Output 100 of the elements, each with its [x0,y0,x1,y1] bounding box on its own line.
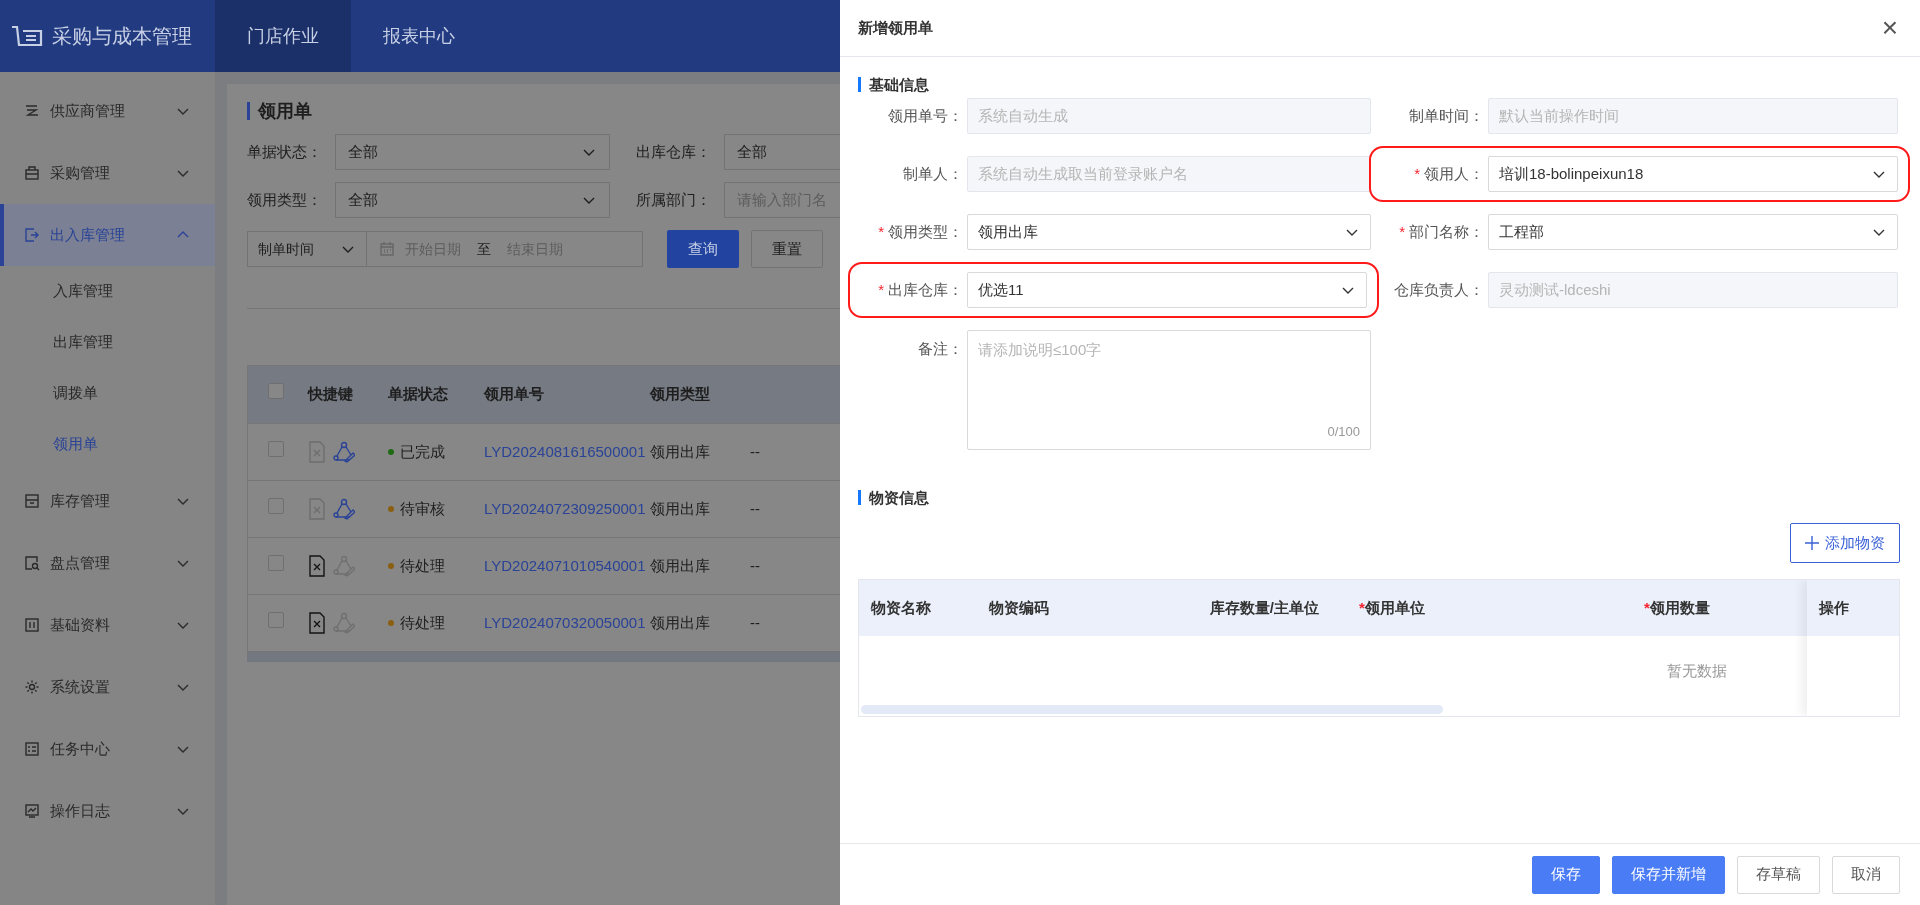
void-document-icon[interactable] [308,612,326,634]
table-cell-text: -- [750,612,761,633]
sidebar-item[interactable]: 系统设置 [0,656,215,718]
order-number-link[interactable]: LYD2024070320050001 [484,613,646,631]
search-document-icon [24,555,40,571]
order-number-link[interactable]: LYD2024071010540001 [484,556,646,574]
column-header: 操作 [1807,580,1899,636]
remark-field[interactable]: 请添加说明≤100字 0/100 [967,330,1371,450]
field-label: 制单时间： [1409,106,1484,124]
exit-icon [24,227,40,243]
footer-button[interactable]: 保存 [1532,855,1600,894]
footer-button[interactable]: 保存并新增 [1612,855,1725,894]
sidebar-subitem[interactable]: 出库管理 [0,317,215,368]
sidebar-item[interactable]: 基础资料 [0,594,215,656]
row-checkbox[interactable] [268,554,284,571]
edit-icon[interactable] [333,498,355,520]
settings-icon [24,679,40,695]
select-field[interactable]: 工程部 [1488,214,1898,250]
sidebar-subitem[interactable]: 调拨单 [0,368,215,419]
logo-icon [10,23,44,49]
status-text: 待审核 [400,498,445,519]
column-header: 领用类型 [650,384,711,405]
void-document-icon[interactable] [308,555,326,577]
empty-message: 暂无数据 [1667,661,1728,681]
column-header: 快捷键 [308,384,354,405]
row-checkbox[interactable] [268,497,284,514]
scrollbar[interactable] [861,705,1443,714]
monitor-icon [24,803,40,819]
required-mark: * [1359,597,1365,618]
select-field[interactable]: 领用出库 [967,214,1371,250]
top-nav-tab[interactable]: 门店作业 [215,0,351,72]
footer-button[interactable]: 取消 [1832,855,1900,894]
checklist-icon [24,741,40,757]
filter-select[interactable]: 全部 [335,134,610,170]
select-all-checkbox[interactable] [268,383,284,400]
filter-label: 单据状态： [247,141,323,162]
select-field[interactable]: 培训18-bolinpeixun18 [1488,156,1898,192]
character-counter: 0/100 [1327,422,1360,441]
drawer-title: 新增领用单 [858,17,933,38]
field-label: 领用类型： [888,222,963,240]
order-number-link[interactable]: LYD2024072309250001 [484,499,646,517]
sidebar-item[interactable]: 盘点管理 [0,532,215,594]
date-type-select[interactable]: 制单时间 [247,231,367,267]
filter-label: 所属部门： [636,189,712,210]
filter-label: 领用类型： [247,189,323,210]
field-label: 领用人： [1424,164,1484,182]
table-cell-text: -- [750,498,761,519]
sidebar-item[interactable]: 库存管理 [0,470,215,532]
sliders-icon [24,617,40,633]
edit-icon[interactable] [333,441,355,463]
sidebar-item[interactable]: 供应商管理 [0,80,215,142]
required-mark: * [1399,222,1405,240]
field-label: 出库仓库： [888,280,963,298]
add-material-button[interactable]: 添加物资 [1790,523,1900,563]
column-header: *领用单位 [1319,596,1614,620]
table-cell-text: -- [750,441,761,462]
top-nav-tab[interactable]: 报表中心 [351,0,487,72]
order-number-link[interactable]: LYD2024081616500001 [484,442,646,460]
field-label: 备注： [918,340,963,357]
sidebar-item[interactable]: 采购管理 [0,142,215,204]
table-cell-text: 领用出库 [650,612,711,633]
sidebar-item[interactable]: 操作日志 [0,780,215,842]
filter-select[interactable]: 全部 [724,134,840,170]
section-title: 物资信息 [858,490,1900,505]
column-header: 单据状态 [388,384,449,405]
sidebar-item[interactable]: 任务中心 [0,718,215,780]
column-header: 物资编码 [989,597,1050,618]
stack-icon [24,103,40,119]
required-mark: * [878,280,884,298]
app-title: 采购与成本管理 [52,24,192,49]
filter-select[interactable]: 全部 [335,182,610,218]
drawer-icon [24,493,40,509]
footer-button[interactable]: 存草稿 [1737,855,1820,894]
calendar-icon [379,241,395,257]
column-header: 库存数量/主单位 [1208,597,1319,618]
field-label: 仓库负责人： [1394,280,1484,298]
row-checkbox[interactable] [268,440,284,457]
sidebar-item[interactable]: 出入库管理 [0,204,215,266]
sidebar-subitem[interactable]: 入库管理 [0,266,215,317]
field-label: 部门名称： [1409,222,1484,240]
status-text: 已完成 [400,441,445,462]
reset-button[interactable]: 重置 [751,230,823,268]
filter-label: 出库仓库： [636,141,712,162]
select-field[interactable]: 优选11 [967,272,1367,308]
table-cell-text: 领用出库 [650,441,711,462]
required-mark: * [1414,164,1420,182]
section-title: 基础信息 [858,77,1900,92]
field-label: 领用单号： [888,106,963,124]
column-header: 物资名称 [869,597,932,618]
row-checkbox[interactable] [268,611,284,628]
close-button[interactable]: × [1877,14,1902,42]
bag-icon [24,165,40,181]
required-mark: * [878,222,884,240]
table-cell-text: -- [750,555,761,576]
status-text: 待处理 [400,612,445,633]
sidebar-subitem[interactable]: 领用单 [0,419,215,470]
status-text: 待处理 [400,555,445,576]
field-label: 制单人： [903,164,963,182]
column-header: 领用单号 [484,384,545,405]
search-button[interactable]: 查询 [667,230,739,268]
